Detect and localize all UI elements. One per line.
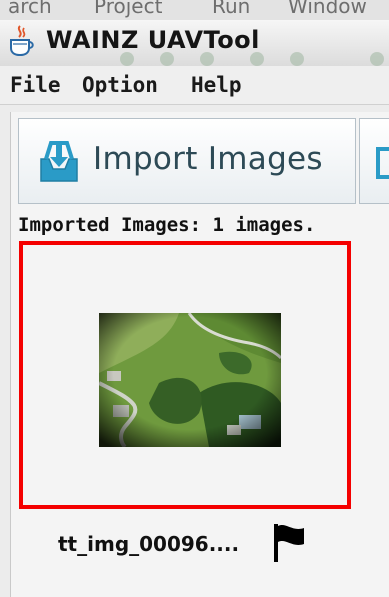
image-thumbnail-selected[interactable]: [19, 241, 351, 509]
image-filename: tt_img_00096....: [58, 532, 240, 556]
background-menu-item: arch: [8, 0, 52, 18]
imported-count-label: Imported Images: 1 images.: [18, 214, 316, 236]
import-images-label: Import Images: [93, 141, 323, 177]
menu-option[interactable]: Option: [82, 73, 158, 97]
background-menu-item: Window: [288, 0, 367, 18]
menubar: File Option Help: [0, 66, 389, 105]
aerial-image-thumbnail: [99, 313, 281, 447]
toolbar: Import Images: [10, 118, 389, 208]
flag-icon[interactable]: [272, 522, 306, 564]
background-menu-item: Run: [212, 0, 251, 18]
document-icon: [376, 147, 389, 179]
background-menubar: arch Project Run Window: [0, 0, 389, 22]
menu-help[interactable]: Help: [191, 73, 242, 97]
menu-file[interactable]: File: [10, 73, 61, 97]
background-menu-item: Project: [94, 0, 163, 18]
toolbar-button-partial[interactable]: [359, 118, 389, 204]
import-images-button[interactable]: Import Images: [18, 118, 356, 204]
import-tray-icon: [40, 141, 78, 182]
background-toolbar: [0, 50, 389, 66]
